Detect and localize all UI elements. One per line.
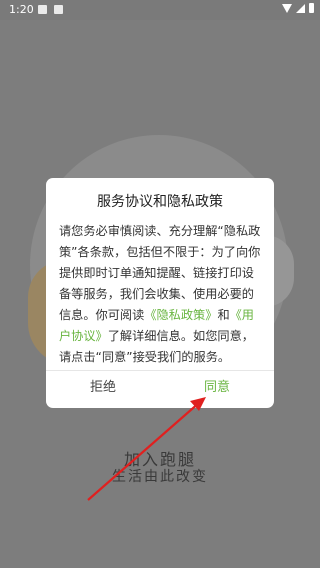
annotation-arrow	[87, 397, 206, 501]
arrow-line	[87, 401, 201, 501]
